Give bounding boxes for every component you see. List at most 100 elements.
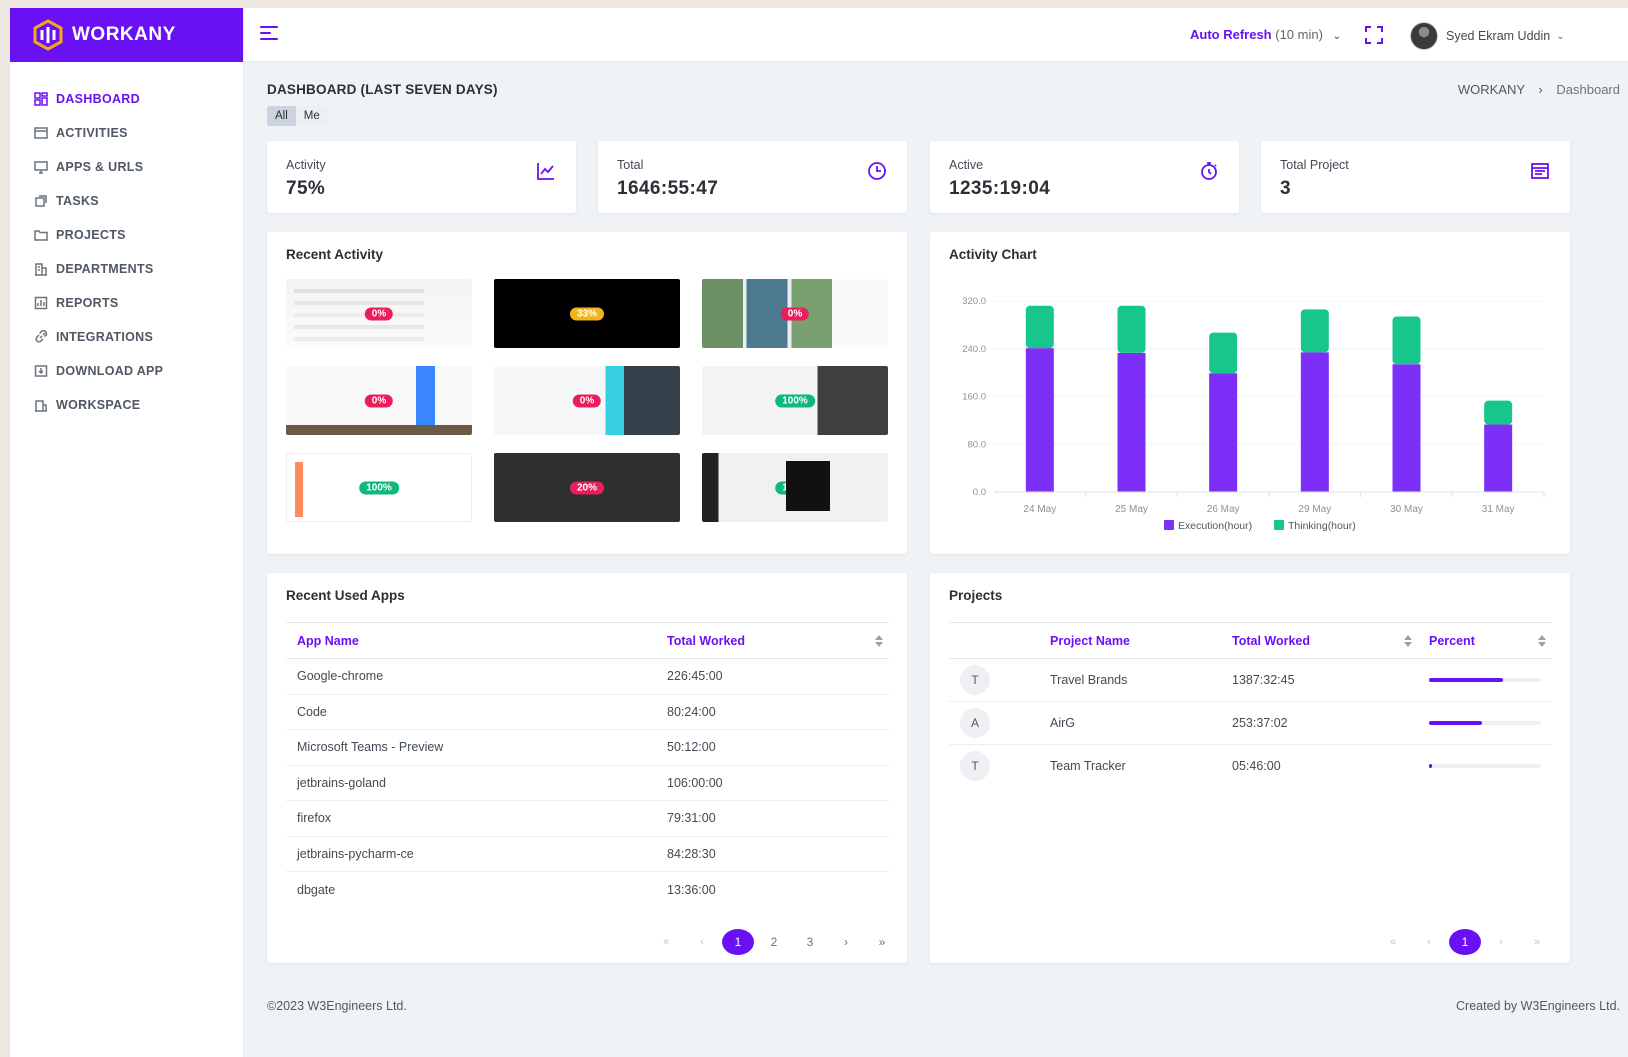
footer-copyright: ©2023 W3Engineers Ltd.	[267, 999, 407, 1013]
folder-icon	[34, 230, 48, 241]
y-tick-label: 320.0	[962, 296, 986, 307]
bar-segment	[1209, 373, 1238, 492]
projects-card: Projects Project Name Total Worked Perce…	[930, 573, 1570, 963]
pagination-first-button[interactable]: «	[1375, 929, 1411, 955]
pagination-prev-button[interactable]: ‹	[1411, 929, 1447, 955]
sidebar-item-apps-urls[interactable]: APPS & URLS	[10, 150, 243, 184]
sort-icon[interactable]	[875, 635, 883, 647]
recent-apps-card: Recent Used Apps App Name Total Worked G…	[267, 573, 907, 963]
activity-chart-svg: 0.0 80.0 160.0 240.0 320.0 24 May 25 May 26 May…	[962, 296, 1545, 532]
sidebar-item-departments[interactable]: DEPARTMENTS	[10, 252, 243, 286]
fullscreen-icon[interactable]	[1364, 25, 1384, 45]
total-worked-cell: 50:12:00	[656, 729, 889, 766]
filter-toggle: All Me	[267, 106, 328, 126]
column-header-project-name[interactable]: Project Name	[1039, 622, 1221, 659]
column-header-percent[interactable]: Percent	[1418, 622, 1552, 659]
pagination-last-button[interactable]: »	[1519, 929, 1555, 955]
screenshot-grid: 0% 33% 0% 0% 0% 100% 100% 20% 100%	[286, 279, 888, 522]
user-menu[interactable]: Syed Ekram Uddin ⌄	[1410, 22, 1565, 50]
project-letter-avatar: T	[960, 751, 990, 782]
sidebar-item-integrations[interactable]: INTEGRATIONS	[10, 320, 243, 354]
activity-percent-badge: 100%	[775, 481, 815, 494]
pagination-next-button[interactable]: ›	[828, 929, 864, 955]
filter-all-button[interactable]: All	[267, 106, 296, 126]
menu-toggle-icon[interactable]	[260, 26, 282, 44]
pagination-page-button[interactable]: 2	[756, 929, 792, 955]
main-content: DASHBOARD (LAST SEVEN DAYS) WORKANY › Da…	[244, 62, 1628, 1057]
sidebar-item-projects[interactable]: PROJECTS	[10, 218, 243, 252]
sidebar-item-dashboard[interactable]: DASHBOARD	[10, 82, 243, 116]
pagination-next-button[interactable]: ›	[1483, 929, 1519, 955]
total-worked-cell: 13:36:00	[667, 882, 716, 897]
chevron-down-icon: ⌄	[1556, 30, 1565, 42]
screenshot-thumbnail[interactable]: 100%	[702, 453, 888, 522]
sidebar-item-activities[interactable]: ACTIVITIES	[10, 116, 243, 150]
breadcrumb-root[interactable]: WORKANY	[1458, 82, 1525, 97]
stat-value: 75%	[286, 178, 326, 199]
bar-segment	[1300, 309, 1329, 353]
table-row[interactable]: Code 80:24:00	[286, 694, 889, 730]
app-shell: WORKANY DASHBOARD ACTIVITIES APPS & URLS…	[10, 8, 1628, 1057]
total-worked-cell: 1387:32:45	[1221, 658, 1418, 702]
progress-bar	[1429, 678, 1541, 682]
app-name-cell: Google-chrome	[286, 658, 656, 695]
screenshot-thumbnail[interactable]: 100%	[286, 453, 472, 522]
pagination-page-button[interactable]: 1	[722, 929, 754, 955]
column-header-total-worked[interactable]: Total Worked	[656, 622, 889, 659]
stat-value: 3	[1280, 178, 1291, 199]
app-name-cell: jetbrains-goland	[286, 765, 656, 801]
project-name-cell: Team Tracker	[1050, 759, 1126, 774]
table-row[interactable]: T Travel Brands 1387:32:45	[949, 658, 1552, 702]
recent-activity-title: Recent Activity	[286, 247, 384, 262]
x-tick-label: 31 May	[1482, 504, 1515, 515]
sidebar-item-reports[interactable]: REPORTS	[10, 286, 243, 320]
screenshot-thumbnail[interactable]: 0%	[702, 279, 888, 348]
column-header-avatar	[949, 622, 1039, 659]
sidebar-item-download-app[interactable]: DOWNLOAD APP	[10, 354, 243, 388]
table-row[interactable]: jetbrains-pycharm-ce 84:28:30	[286, 836, 889, 872]
brand-logo[interactable]: WORKANY	[10, 8, 243, 62]
percent-cell	[1418, 745, 1552, 788]
pagination-prev-button[interactable]: ‹	[684, 929, 720, 955]
column-header-label: Total Worked	[667, 633, 746, 648]
pagination-last-button[interactable]: »	[864, 929, 900, 955]
column-header-total-worked[interactable]: Total Worked	[1221, 622, 1418, 659]
screenshot-thumbnail[interactable]: 0%	[286, 279, 472, 348]
legend-label: Execution(hour)	[1178, 520, 1252, 532]
table-row[interactable]: Google-chrome 226:45:00	[286, 658, 889, 695]
sort-icon[interactable]	[1538, 635, 1546, 647]
table-row[interactable]: jetbrains-goland 106:00:00	[286, 765, 889, 801]
auto-refresh-interval: (10 min)	[1275, 27, 1323, 42]
pagination-page-button[interactable]: 1	[1449, 929, 1481, 955]
bar-segment	[1300, 352, 1329, 492]
total-worked-cell: 80:24:00	[656, 694, 889, 730]
sidebar-item-label: APPS & URLS	[56, 160, 144, 174]
table-row[interactable]: Microsoft Teams - Preview 50:12:00	[286, 729, 889, 766]
report-icon	[34, 296, 48, 310]
pagination-page-button[interactable]: 3	[792, 929, 828, 955]
auto-refresh-dropdown[interactable]: Auto Refresh (10 min) ⌄	[1190, 27, 1341, 42]
workany-logo-icon	[33, 19, 63, 51]
table-row[interactable]: firefox 79:31:00	[286, 800, 889, 837]
screenshot-thumbnail[interactable]: 33%	[494, 279, 680, 348]
sidebar-item-workspace[interactable]: WORKSPACE	[10, 388, 243, 422]
screenshot-thumbnail[interactable]: 20%	[494, 453, 680, 522]
sidebar-item-tasks[interactable]: TASKS	[10, 184, 243, 218]
table-row[interactable]: A AirG 253:37:02	[949, 701, 1552, 745]
filter-me-button[interactable]: Me	[296, 106, 328, 126]
project-letter-avatar: A	[960, 708, 990, 738]
bar-segment	[1484, 400, 1513, 425]
stat-card-total: Total 1646:55:47	[598, 141, 907, 213]
column-header-app-name[interactable]: App Name	[286, 622, 656, 659]
pagination-first-button[interactable]: «	[648, 929, 684, 955]
table-row[interactable]: T Team Tracker 05:46:00	[949, 745, 1552, 788]
brand-name: WORKANY	[72, 24, 176, 45]
screenshot-thumbnail[interactable]: 0%	[286, 366, 472, 435]
report-icon	[1531, 163, 1549, 179]
screenshot-thumbnail[interactable]: 0%	[494, 366, 680, 435]
sidebar-item-label: INTEGRATIONS	[56, 330, 154, 344]
bar-segment	[1117, 352, 1146, 492]
sort-icon[interactable]	[1404, 635, 1412, 647]
screenshot-thumbnail[interactable]: 100%	[702, 366, 888, 435]
table-row[interactable]: dbgate 13:36:00	[286, 872, 889, 908]
